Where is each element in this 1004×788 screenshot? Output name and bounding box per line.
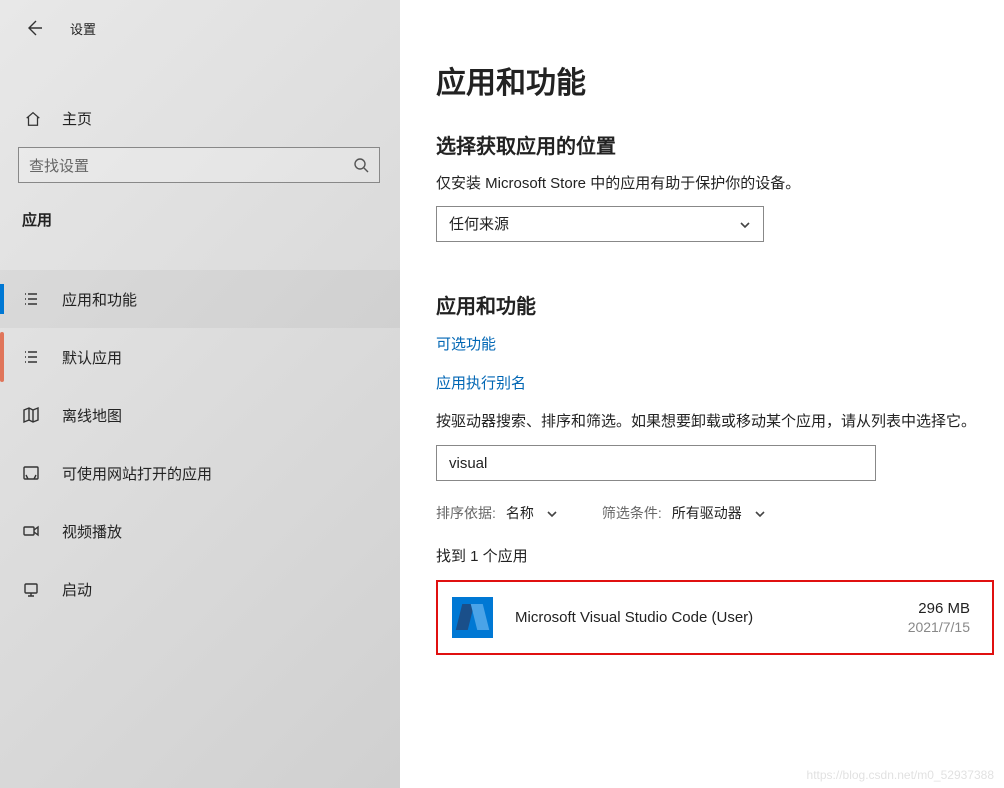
app-list-item[interactable]: Microsoft Visual Studio Code (User) 296 … xyxy=(436,580,994,655)
nav-apps-for-websites[interactable]: 可使用网站打开的应用 xyxy=(0,444,400,502)
startup-icon xyxy=(22,580,40,598)
window-title: 设置 xyxy=(70,19,96,38)
chevron-down-icon xyxy=(546,507,558,519)
sort-value: 名称 xyxy=(506,503,534,523)
nav-label: 应用和功能 xyxy=(62,289,137,310)
section-label: 应用 xyxy=(0,183,400,240)
nav-label: 默认应用 xyxy=(62,347,122,368)
app-search-value: visual xyxy=(449,455,487,472)
source-section-title: 选择获取应用的位置 xyxy=(436,130,994,159)
source-value: 任何来源 xyxy=(449,213,509,234)
sort-label: 排序依据: xyxy=(436,503,496,523)
video-icon xyxy=(22,522,40,540)
nav-video-playback[interactable]: 视频播放 xyxy=(0,502,400,560)
nav-label: 视频播放 xyxy=(62,521,122,542)
nav-offline-maps[interactable]: 离线地图 xyxy=(0,386,400,444)
nav-default-apps[interactable]: 默认应用 xyxy=(0,328,400,386)
source-select[interactable]: 任何来源 xyxy=(436,206,764,242)
search-settings-input[interactable]: 查找设置 xyxy=(18,147,380,183)
sort-dropdown[interactable]: 名称 xyxy=(506,503,558,523)
search-placeholder: 查找设置 xyxy=(29,155,353,176)
chevron-down-icon xyxy=(754,507,766,519)
vscode-icon xyxy=(452,597,493,638)
filter-label: 筛选条件: xyxy=(602,503,662,523)
app-size: 296 MB xyxy=(908,600,970,617)
home-icon xyxy=(24,110,42,128)
nav-label: 离线地图 xyxy=(62,405,122,426)
nav-label: 启动 xyxy=(62,579,92,600)
app-name: Microsoft Visual Studio Code (User) xyxy=(515,609,908,626)
filter-value: 所有驱动器 xyxy=(672,503,742,523)
source-desc: 仅安装 Microsoft Store 中的应用有助于保护你的设备。 xyxy=(436,173,994,196)
watermark: https://blog.csdn.net/m0_52937388 xyxy=(807,768,994,782)
home-nav[interactable]: 主页 xyxy=(0,98,400,139)
website-icon xyxy=(22,464,40,482)
home-label: 主页 xyxy=(62,108,92,129)
chevron-down-icon xyxy=(739,218,751,230)
defaults-icon xyxy=(22,348,40,366)
filter-desc: 按驱动器搜索、排序和筛选。如果想要卸载或移动某个应用，请从列表中选择它。 xyxy=(436,411,994,434)
nav-apps-features[interactable]: 应用和功能 xyxy=(0,270,400,328)
app-search-input[interactable]: visual xyxy=(436,445,876,481)
result-count: 找到 1 个应用 xyxy=(436,545,994,566)
nav-startup[interactable]: 启动 xyxy=(0,560,400,618)
app-alias-link[interactable]: 应用执行别名 xyxy=(436,372,994,393)
features-section-title: 应用和功能 xyxy=(436,290,994,319)
page-title: 应用和功能 xyxy=(436,58,994,102)
filter-dropdown[interactable]: 所有驱动器 xyxy=(672,503,766,523)
optional-features-link[interactable]: 可选功能 xyxy=(436,333,994,354)
app-date: 2021/7/15 xyxy=(908,619,970,635)
search-icon xyxy=(353,157,369,173)
back-button[interactable] xyxy=(24,18,44,38)
nav-label: 可使用网站打开的应用 xyxy=(62,463,212,484)
map-icon xyxy=(22,406,40,424)
list-icon xyxy=(22,290,40,308)
